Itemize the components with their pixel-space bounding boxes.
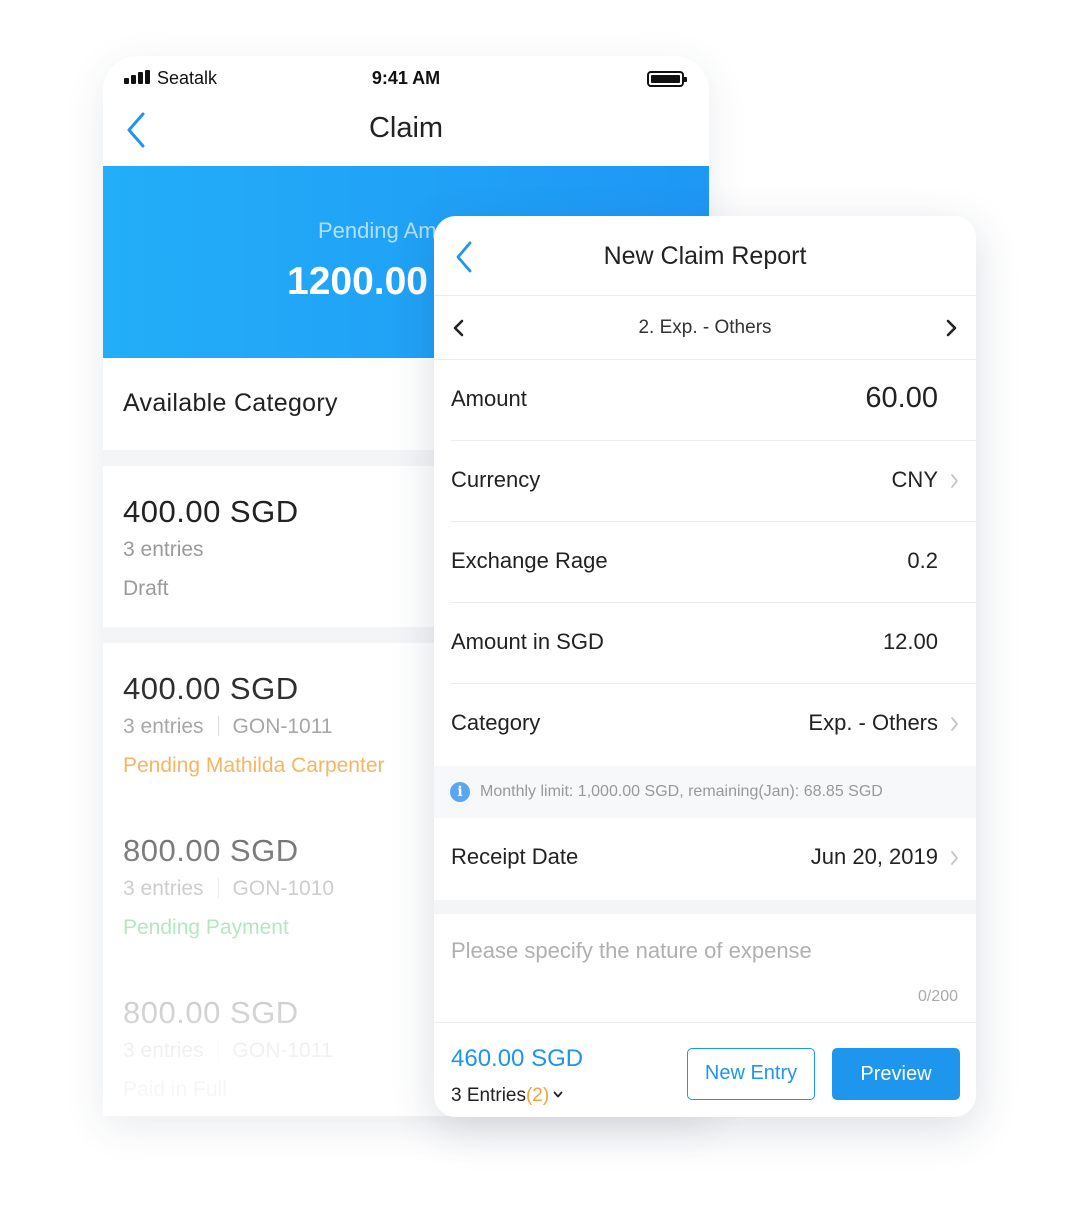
battery-icon (647, 71, 687, 87)
category-field[interactable]: Category Exp. - Others (451, 684, 976, 765)
claim-amount: 800.00 SGD (123, 995, 299, 1030)
new-claim-report-panel: New Claim Report 2. Exp. - Others Amount… (434, 216, 976, 1117)
report-header: New Claim Report (434, 216, 976, 296)
status-bar: Seatalk 9:41 AM (103, 56, 709, 102)
expense-note-placeholder[interactable]: Please specify the nature of expense (451, 938, 812, 964)
claim-status: Pending Mathilda Carpenter (123, 754, 385, 777)
amount-value[interactable]: 60.00 (865, 382, 938, 415)
chevron-down-icon (553, 1091, 563, 1098)
receipt-date-label: Receipt Date (451, 844, 579, 869)
report-title: New Claim Report (603, 242, 807, 270)
monthly-limit-text: Monthly limit: 1,000.00 SGD, remaining(J… (480, 783, 883, 800)
new-entry-button[interactable]: New Entry (687, 1048, 815, 1100)
amount-sgd-label: Amount in SGD (451, 629, 604, 654)
report-footer: 460.00 SGD 3 Entries(2) New Entry Previe… (434, 1022, 976, 1117)
receipt-date-value: Jun 20, 2019 (810, 844, 938, 869)
chevron-right-icon (951, 851, 958, 865)
monthly-limit-hint: i Monthly limit: 1,000.00 SGD, remaining… (434, 766, 976, 818)
amount-sgd-value: 12.00 (882, 629, 938, 654)
category-value: Exp. - Others (808, 710, 938, 735)
report-total: 460.00 SGD (451, 1045, 584, 1072)
claim-status: Pending Payment (123, 916, 289, 939)
category-label: Category (451, 710, 541, 735)
claim-entries: 3 entries (123, 1039, 204, 1062)
exchange-rate-label: Exchange Rage (451, 548, 608, 573)
claim-entries: 3 entries (123, 538, 204, 561)
claim-amount: 400.00 SGD (123, 671, 299, 706)
claim-entries: 3 entries (123, 715, 204, 738)
status-time: 9:41 AM (371, 68, 441, 88)
exchange-rate-field[interactable]: Exchange Rage 0.2 (451, 522, 976, 603)
amount-field[interactable]: Amount 60.00 (451, 360, 976, 441)
claim-entries: 3 entries (123, 877, 204, 900)
currency-field[interactable]: Currency CNY (451, 441, 976, 522)
entries-pending-count: (2) (525, 1085, 550, 1106)
entries-toggle[interactable]: 3 Entries(2) (451, 1085, 563, 1107)
currency-value: CNY (891, 467, 938, 492)
entry-pager: 2. Exp. - Others (434, 296, 976, 360)
exchange-rate-value[interactable]: 0.2 (907, 548, 938, 574)
claim-meta: 3 entries GON-1010 (123, 877, 334, 901)
section-divider (434, 900, 976, 914)
page-title: Claim (368, 112, 444, 144)
entries-count-label: 3 Entries (451, 1085, 526, 1106)
pending-amount-label: Pending Am (318, 218, 437, 243)
receipt-date-field[interactable]: Receipt Date Jun 20, 2019 (451, 818, 976, 899)
pending-amount-value: 1200.00 (287, 260, 428, 303)
info-icon: i (450, 782, 470, 802)
available-category-link[interactable]: Available Category (123, 389, 338, 418)
chevron-right-icon[interactable] (944, 318, 958, 338)
claim-amount: 800.00 SGD (123, 833, 299, 868)
claim-meta: 3 entries GON-1011 (123, 1039, 333, 1063)
amount-label: Amount (451, 386, 527, 411)
chevron-right-icon (951, 474, 958, 488)
amount-sgd-field: Amount in SGD 12.00 (451, 603, 976, 684)
claim-code: GON-1010 (232, 877, 335, 900)
claim-code: GON-1011 (232, 1039, 333, 1062)
claim-amount: 400.00 SGD (123, 494, 299, 529)
claim-status: Draft (123, 577, 169, 600)
claim-code: GON-1011 (232, 715, 333, 738)
currency-label: Currency (451, 467, 541, 492)
claim-status: Paid in Full (123, 1078, 227, 1101)
character-counter: 0/200 (917, 988, 958, 1005)
entry-pager-label: 2. Exp. - Others (638, 317, 772, 338)
claim-meta: 3 entries GON-1011 (123, 715, 333, 739)
chevron-right-icon (951, 717, 958, 731)
preview-button[interactable]: Preview (832, 1048, 960, 1100)
